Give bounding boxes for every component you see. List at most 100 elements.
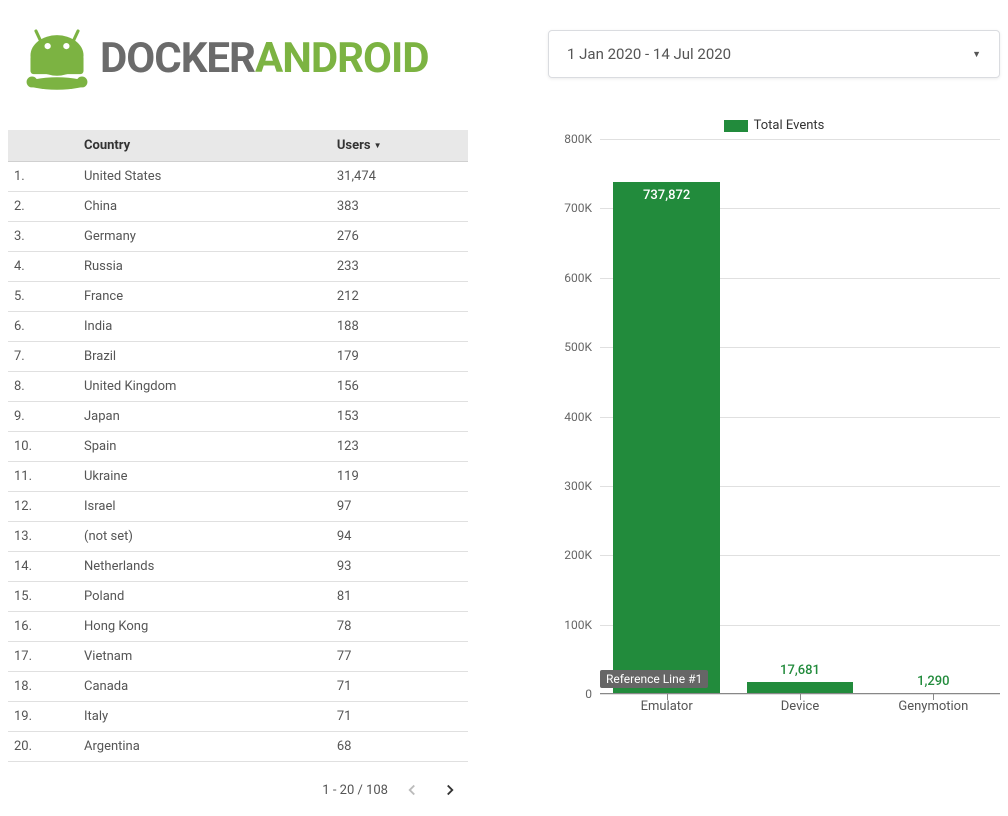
table-row[interactable]: 10.Spain123 bbox=[8, 432, 468, 462]
table-row[interactable]: 16.Hong Kong78 bbox=[8, 612, 468, 642]
sort-desc-icon: ▼ bbox=[374, 141, 382, 150]
cell-rank: 8. bbox=[8, 372, 78, 402]
x-axis-label: Genymotion bbox=[867, 699, 1000, 714]
cell-country: India bbox=[78, 312, 331, 342]
chart-legend: Total Events bbox=[548, 118, 1000, 133]
prev-page-button[interactable] bbox=[398, 776, 426, 804]
table-row[interactable]: 6.India188 bbox=[8, 312, 468, 342]
table-row[interactable]: 5.France212 bbox=[8, 282, 468, 312]
bar-slot: 737,872 bbox=[600, 139, 733, 694]
bar-slot: 1,290 bbox=[867, 139, 1000, 694]
y-tick-label: 500K bbox=[564, 340, 592, 354]
cell-country: Brazil bbox=[78, 342, 331, 372]
cell-country: Russia bbox=[78, 252, 331, 282]
cell-country: Italy bbox=[78, 702, 331, 732]
bar-value-label: 17,681 bbox=[780, 663, 820, 678]
cell-users: 153 bbox=[331, 402, 468, 432]
table-row[interactable]: 12.Israel97 bbox=[8, 492, 468, 522]
cell-rank: 16. bbox=[8, 612, 78, 642]
cell-country: United Kingdom bbox=[78, 372, 331, 402]
table-row[interactable]: 1.United States31,474 bbox=[8, 162, 468, 192]
cell-users: 179 bbox=[331, 342, 468, 372]
y-tick-label: 400K bbox=[564, 410, 592, 424]
table-row[interactable]: 2.China383 bbox=[8, 192, 468, 222]
cell-users: 212 bbox=[331, 282, 468, 312]
cell-users: 77 bbox=[331, 642, 468, 672]
cell-rank: 12. bbox=[8, 492, 78, 522]
table-row[interactable]: 13.(not set)94 bbox=[8, 522, 468, 552]
col-users[interactable]: Users▼ bbox=[331, 130, 468, 162]
table-row[interactable]: 4.Russia233 bbox=[8, 252, 468, 282]
cell-country: Poland bbox=[78, 582, 331, 612]
cell-rank: 10. bbox=[8, 432, 78, 462]
cell-rank: 20. bbox=[8, 732, 78, 762]
table-row[interactable]: 18.Canada71 bbox=[8, 672, 468, 702]
cell-country: Canada bbox=[78, 672, 331, 702]
cell-rank: 15. bbox=[8, 582, 78, 612]
chevron-right-icon bbox=[441, 781, 459, 799]
caret-down-icon: ▼ bbox=[972, 49, 981, 60]
logo: DOCKERANDROID bbox=[18, 18, 468, 100]
cell-users: 68 bbox=[331, 732, 468, 762]
cell-country: Argentina bbox=[78, 732, 331, 762]
cell-country: (not set) bbox=[78, 522, 331, 552]
cell-users: 156 bbox=[331, 372, 468, 402]
bar[interactable]: 737,872 bbox=[613, 182, 720, 694]
cell-country: Vietnam bbox=[78, 642, 331, 672]
country-users-table: Country Users▼ 1.United States31,4742.Ch… bbox=[8, 130, 468, 762]
y-tick-label: 300K bbox=[564, 479, 592, 493]
cell-country: Israel bbox=[78, 492, 331, 522]
cell-users: 188 bbox=[331, 312, 468, 342]
y-tick-label: 800K bbox=[564, 132, 592, 146]
bar-value-label: 1,290 bbox=[917, 674, 949, 689]
x-axis-label: Device bbox=[733, 699, 866, 714]
cell-rank: 2. bbox=[8, 192, 78, 222]
cell-rank: 13. bbox=[8, 522, 78, 552]
date-range-label: 1 Jan 2020 - 14 Jul 2020 bbox=[567, 45, 731, 63]
cell-users: 97 bbox=[331, 492, 468, 522]
cell-users: 383 bbox=[331, 192, 468, 222]
table-row[interactable]: 3.Germany276 bbox=[8, 222, 468, 252]
cell-country: France bbox=[78, 282, 331, 312]
reference-line-label: Reference Line #1 bbox=[600, 670, 708, 688]
x-axis-label: Emulator bbox=[600, 699, 733, 714]
cell-users: 94 bbox=[331, 522, 468, 552]
cell-country: China bbox=[78, 192, 331, 222]
pagination-label: 1 - 20 / 108 bbox=[322, 783, 388, 798]
y-tick-label: 700K bbox=[564, 201, 592, 215]
cell-rank: 4. bbox=[8, 252, 78, 282]
cell-rank: 3. bbox=[8, 222, 78, 252]
date-range-picker[interactable]: 1 Jan 2020 - 14 Jul 2020 ▼ bbox=[548, 30, 1000, 78]
cell-rank: 1. bbox=[8, 162, 78, 192]
table-row[interactable]: 19.Italy71 bbox=[8, 702, 468, 732]
cell-rank: 6. bbox=[8, 312, 78, 342]
pagination: 1 - 20 / 108 bbox=[8, 762, 468, 808]
logo-text: DOCKERANDROID bbox=[100, 38, 429, 80]
y-tick-label: 0 bbox=[585, 687, 592, 701]
cell-country: Germany bbox=[78, 222, 331, 252]
col-rank[interactable] bbox=[8, 130, 78, 162]
table-row[interactable]: 8.United Kingdom156 bbox=[8, 372, 468, 402]
chevron-left-icon bbox=[403, 781, 421, 799]
android-icon bbox=[18, 18, 96, 100]
table-row[interactable]: 20.Argentina68 bbox=[8, 732, 468, 762]
cell-users: 81 bbox=[331, 582, 468, 612]
y-tick-label: 600K bbox=[564, 271, 592, 285]
y-tick-label: 100K bbox=[564, 618, 592, 632]
cell-users: 31,474 bbox=[331, 162, 468, 192]
cell-country: Hong Kong bbox=[78, 612, 331, 642]
cell-rank: 5. bbox=[8, 282, 78, 312]
col-country[interactable]: Country bbox=[78, 130, 331, 162]
cell-rank: 18. bbox=[8, 672, 78, 702]
table-row[interactable]: 15.Poland81 bbox=[8, 582, 468, 612]
next-page-button[interactable] bbox=[436, 776, 464, 804]
bar-slot: 17,681 bbox=[733, 139, 866, 694]
cell-rank: 11. bbox=[8, 462, 78, 492]
table-row[interactable]: 9.Japan153 bbox=[8, 402, 468, 432]
cell-rank: 14. bbox=[8, 552, 78, 582]
table-row[interactable]: 7.Brazil179 bbox=[8, 342, 468, 372]
table-row[interactable]: 14.Netherlands93 bbox=[8, 552, 468, 582]
table-row[interactable]: 17.Vietnam77 bbox=[8, 642, 468, 672]
cell-rank: 17. bbox=[8, 642, 78, 672]
table-row[interactable]: 11.Ukraine119 bbox=[8, 462, 468, 492]
